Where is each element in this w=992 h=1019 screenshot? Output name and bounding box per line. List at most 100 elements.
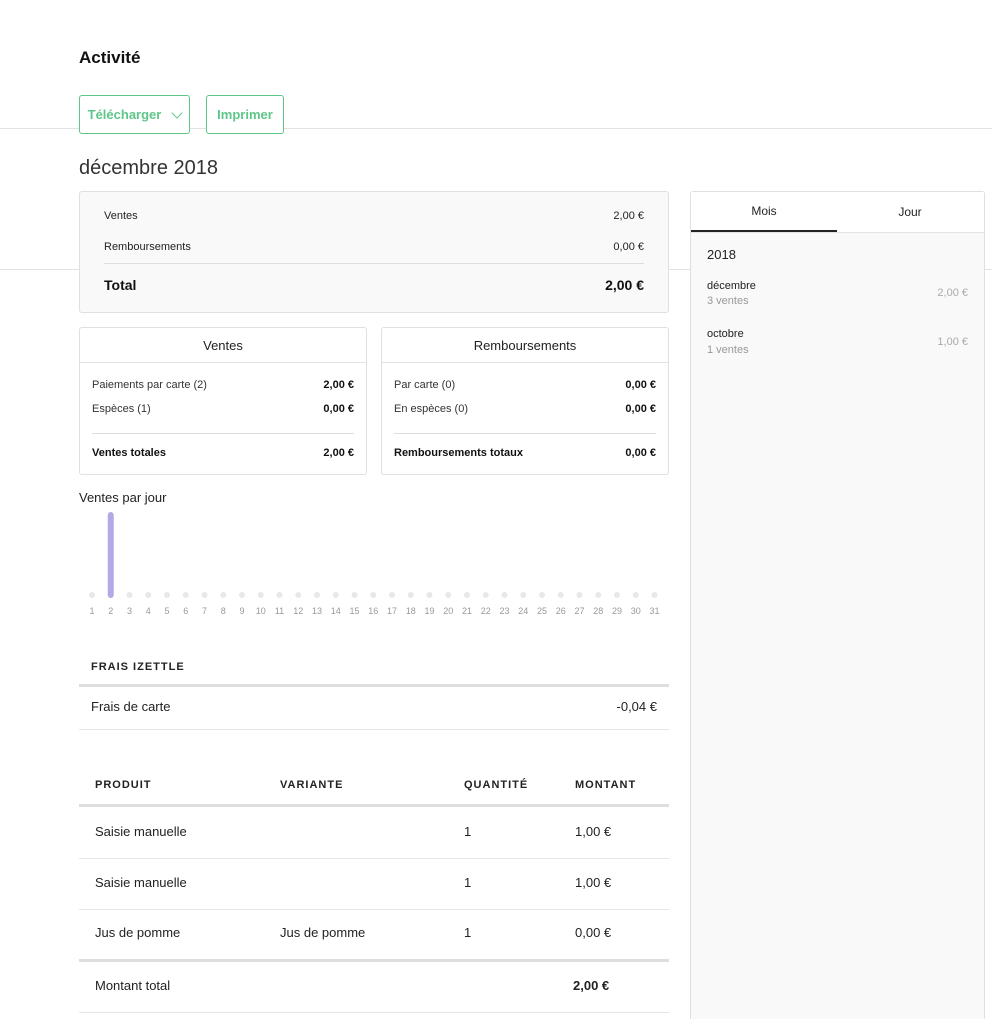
refunds-card-row-value: 0,00 € — [625, 379, 656, 391]
sales-card-row-value: 0,00 € — [323, 403, 354, 415]
sales-card-row: Espèces (1) 0,00 € — [92, 403, 354, 415]
chart-tick-label: 26 — [556, 606, 566, 616]
chart-tick-label: 8 — [221, 606, 226, 616]
chart-bar — [557, 592, 564, 598]
column-header-variant: VARIANTE — [280, 779, 344, 791]
chart-tick-label: 13 — [312, 606, 322, 616]
fees-label: Frais de carte — [91, 699, 171, 714]
fees-title: FRAIS IZETTLE — [91, 661, 185, 673]
chart-tick-label: 31 — [649, 606, 659, 616]
summary-refunds-label: Remboursements — [104, 241, 191, 253]
refunds-card-total-label: Remboursements totaux — [394, 447, 523, 459]
chart-tick-label: 22 — [481, 606, 491, 616]
summary-sales-label: Ventes — [104, 210, 138, 222]
sales-card-title: Ventes — [80, 328, 366, 363]
table-cell-quantity: 1 — [464, 875, 472, 890]
chart-tick-label: 28 — [593, 606, 603, 616]
sales-card-total-row: Ventes totales 2,00 € — [92, 447, 354, 459]
chart-tick-label: 4 — [146, 606, 151, 616]
fees-row: Frais de carte -0,04 € — [91, 699, 657, 714]
chart-bar — [257, 592, 264, 598]
month-item-count: 1 ventes — [707, 344, 749, 356]
chart-tick-label: 15 — [349, 606, 359, 616]
chart-tick-label: 29 — [612, 606, 622, 616]
chart-tick-label: 12 — [293, 606, 303, 616]
chart-bar — [220, 592, 227, 598]
summary-total-row: Total 2,00 € — [104, 277, 644, 293]
chart-bar — [145, 592, 152, 598]
chart-bar — [389, 592, 395, 598]
chart-bar — [276, 592, 283, 598]
download-button-label: Télécharger — [87, 107, 162, 122]
table-cell-amount: 1,00 € — [575, 875, 612, 890]
month-item-name: décembre — [707, 280, 756, 292]
page-title: Activité — [79, 48, 141, 67]
month-item-amount: 2,00 € — [937, 287, 968, 299]
tab-day[interactable]: Jour — [837, 192, 983, 232]
sales-card-row-label: Paiements par carte (2) — [92, 379, 207, 391]
table-cell-product: Jus de pomme — [95, 925, 181, 940]
chart-tick-label: 25 — [537, 606, 547, 616]
chevron-down-icon — [171, 106, 184, 119]
chart-bar — [482, 592, 489, 598]
sales-card-row: Paiements par carte (2) 2,00 € — [92, 379, 354, 391]
table-total-divider — [79, 959, 669, 962]
sales-card: Ventes Paiements par carte (2) 2,00 € Es… — [79, 327, 367, 475]
chart-bar — [351, 592, 358, 598]
chart-tick-label: 21 — [462, 606, 472, 616]
table-row-divider — [79, 909, 669, 910]
chart-bar — [295, 592, 302, 598]
table-cell-amount: 1,00 € — [575, 824, 612, 839]
table-cell-quantity: 1 — [464, 824, 472, 839]
chart-bar — [107, 512, 114, 598]
chart-bar — [239, 592, 245, 598]
table-cell-product: Saisie manuelle — [95, 824, 187, 839]
month-item-name: octobre — [707, 328, 744, 340]
table-total-value: 2,00 € — [573, 978, 610, 993]
chart-tick-label: 10 — [256, 606, 266, 616]
sales-per-day-chart: 1 2 3 4 5 6 7 8 9 10 11 12 13 14 15 16 17 18 19 20 21 22 23 24 2… — [89, 512, 660, 616]
summary-total-value: 2,00 € — [605, 277, 644, 293]
period-title: décembre 2018 — [79, 157, 218, 179]
chart-bar — [632, 592, 639, 598]
chart-bar — [539, 592, 545, 598]
table-cell-product: Saisie manuelle — [95, 875, 187, 890]
chart-tick-label: 1 — [89, 606, 94, 616]
chart-tick-label: 19 — [424, 606, 434, 616]
table-cell-quantity: 1 — [464, 925, 472, 940]
chart-tick-label: 3 — [127, 606, 132, 616]
refunds-card-row-label: Par carte (0) — [394, 379, 456, 391]
download-button[interactable]: Télécharger — [79, 95, 190, 134]
refunds-card-row-label: En espèces (0) — [394, 403, 468, 415]
chart-bar — [614, 592, 620, 598]
period-sidebar: Mois Jour 2018 décembre 3 ventes 2,00 € … — [690, 191, 985, 1019]
chart-bar — [182, 592, 189, 598]
column-header-amount: MONTANT — [575, 779, 637, 791]
chart-bar — [164, 592, 170, 598]
summary-total-label: Total — [104, 277, 137, 293]
tab-month[interactable]: Mois — [691, 192, 837, 232]
print-button[interactable]: Imprimer — [206, 95, 284, 134]
chart-tick-label: 9 — [239, 606, 244, 616]
chart-bar — [370, 592, 377, 598]
chart-bar — [464, 592, 470, 598]
sales-card-total-label: Ventes totales — [92, 447, 166, 459]
chart-bar — [520, 592, 527, 598]
year-heading: 2018 — [707, 247, 736, 262]
chart-bar — [332, 592, 339, 598]
sales-card-total-value: 2,00 € — [323, 447, 354, 459]
refunds-card-row: Par carte (0) 0,00 € — [394, 379, 656, 391]
chart-tick-label: 11 — [275, 606, 284, 616]
summary-refunds-row: Remboursements 0,00 € — [104, 241, 644, 253]
sales-card-row-value: 2,00 € — [323, 379, 354, 391]
chart-bar — [314, 592, 320, 598]
refunds-card-row: En espèces (0) 0,00 € — [394, 403, 656, 415]
chart-tick-label: 14 — [331, 606, 341, 616]
chart-tick-label: 2 — [108, 606, 113, 616]
column-header-product: PRODUIT — [95, 779, 152, 791]
chart-tick-label: 17 — [387, 606, 397, 616]
chart-bar — [426, 592, 433, 598]
fees-header-divider — [79, 684, 669, 687]
chart-tick-label: 27 — [574, 606, 584, 616]
chart-tick-label: 16 — [368, 606, 378, 616]
